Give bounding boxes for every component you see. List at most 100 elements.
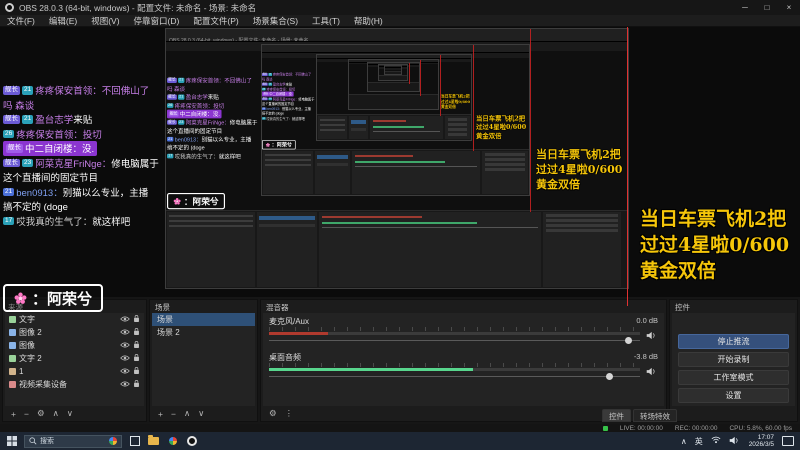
menu-item[interactable]: 编辑(E) [42,15,84,26]
controls-dock: 控件 停止推流开始录制工作室模式设置退出 [669,299,798,422]
scene-up-button[interactable]: ∧ [184,408,190,419]
network-icon[interactable] [707,436,725,446]
visibility-eye-icon[interactable] [120,354,130,364]
windows-logo-icon [7,436,17,446]
chat-overlay: 舰长 21 疼疼保安首领： 不回佛山了吗 森谈 舰长 21 盈台志学 来贴 26 疼疼保安首领：… [3,83,183,228]
menu-item[interactable]: 工具(T) [305,15,347,26]
source-row[interactable]: 图像 [5,339,144,352]
control-button[interactable]: 开始录制 [678,352,789,367]
menu-item[interactable]: 配置文件(P) [186,15,245,26]
taskbar-clock[interactable]: 17:07 2026/3/5 [743,434,780,449]
chat-text: 就这样吧 [218,153,241,161]
chat-text: 修电脑属于 [298,97,315,102]
obs-taskbar-icon [186,436,197,446]
chat-badge: 舰长 [3,115,20,124]
titlebar: OBS 28.0.3 (64-bit, windows) - 配置文件: 未命名… [0,0,800,15]
menu-item[interactable]: 场景集合(S) [246,15,305,26]
mixer-settings-button[interactable]: ⚙ [269,408,277,419]
start-button[interactable] [0,432,24,450]
obs-app-button[interactable] [182,432,201,450]
input-method-indicator[interactable]: 英 [691,436,707,447]
controls-buttons: 停止推流开始录制工作室模式设置退出 [672,313,795,406]
tab-controls[interactable]: 控件 [602,409,631,422]
search-icon [29,437,37,445]
volume-slider[interactable] [269,372,640,381]
volume-slider[interactable] [269,336,640,345]
move-up-button[interactable]: ∧ [53,408,59,419]
lock-icon[interactable] [133,314,140,325]
chat-badge: 17 [261,117,266,120]
visibility-eye-icon[interactable] [120,380,130,390]
source-row[interactable]: 视频采集设备 [5,378,144,391]
recursive-edge-marker [409,63,411,84]
source-label: 文字 [19,315,35,324]
control-button[interactable]: 工作室模式 [678,370,789,385]
ticket-line: 当日车票飞机2把 [640,208,787,230]
taskbar-search[interactable]: 搜索 [24,434,122,448]
scene-row[interactable]: 场景 2 [152,326,255,339]
add-scene-button[interactable]: + [158,409,163,419]
lock-icon[interactable] [133,327,140,338]
source-row[interactable]: 文字 2 [5,352,144,365]
mixer-channel: 桌面音频 -3.8 dB [269,352,658,381]
visibility-eye-icon[interactable] [120,328,130,338]
menubar: 文件(F) 编辑(E) 视图(V) 停靠窗口(D) 配置文件(P) 场景集合(S) 工具(T… [0,15,800,27]
sources-dock: 来源 文字 图像 2 图像 文字 2 1 视频采集设备 + − ⚙ ∧ ∨ [2,299,147,422]
chat-text: 吗 森谈 [3,100,35,112]
tab-transitions[interactable]: 转场特效 [633,409,677,422]
maximize-button[interactable]: □ [756,0,778,15]
db-ruler [269,327,640,331]
close-button[interactable]: × [778,0,800,15]
chat-username: 阿菜克星FriNge： [35,158,112,170]
source-row[interactable]: 文字 [5,313,144,326]
chat-text: 来贴 [73,115,93,127]
mixer-menu-button[interactable]: ⋮ [285,408,294,419]
scene-down-button[interactable]: ∨ [198,408,204,419]
chat-username: 盈台志学 [35,115,74,127]
visibility-eye-icon[interactable] [120,315,130,325]
mixer-channel: 麦克风/Aux 0.0 dB [269,316,658,345]
menu-item[interactable]: 帮助(H) [347,15,390,26]
control-button[interactable]: 停止推流 [678,334,789,349]
scene-row[interactable]: 场景 [152,313,255,326]
tray-expand-icon[interactable]: ∧ [677,437,691,446]
source-properties-button[interactable]: ⚙ [37,408,45,419]
chat-text: 这个直播间的固定节目 [3,173,99,185]
action-center-icon[interactable] [782,436,794,446]
source-row[interactable]: 图像 2 [5,326,144,339]
chat-username: 疼疼保安首领： [272,73,295,77]
visibility-eye-icon[interactable] [120,341,130,351]
chat-message: 吗 森谈 [262,77,272,82]
menu-item[interactable]: 视图(V) [84,15,126,26]
chat-text: 不回佛山了 [101,86,150,98]
lock-icon[interactable] [133,353,140,364]
file-explorer-button[interactable] [144,432,163,450]
chat-username: 中二自闭楼： [25,144,83,156]
mute-speaker-icon[interactable] [644,327,658,345]
slider-knob[interactable] [606,373,614,380]
lock-icon[interactable] [133,366,140,377]
menu-item[interactable]: 文件(F) [0,15,42,26]
chat-badge: 舰长 [3,86,20,95]
remove-scene-button[interactable]: − [171,409,176,419]
task-view-button[interactable] [125,432,144,450]
slider-knob[interactable] [624,337,632,344]
source-row[interactable]: 1 [5,365,144,378]
lock-icon[interactable] [133,340,140,351]
volume-icon[interactable] [725,436,743,447]
mute-speaker-icon[interactable] [644,363,658,381]
minimize-button[interactable]: ─ [734,0,756,15]
ticket-line: 当日车票飞机2把 [475,114,526,122]
game-app-button[interactable] [163,432,182,450]
streamer-name: ：阿荣兮 [32,290,93,308]
lock-icon[interactable] [133,379,140,390]
control-button[interactable]: 设置 [678,388,789,403]
move-down-button[interactable]: ∨ [67,408,73,419]
menu-item[interactable]: 停靠窗口(D) [127,15,187,26]
channel-name: 桌面音频 [269,353,301,362]
chat-message: 舰长 21 疼疼保安首领： 不回佛山了 [3,83,149,98]
chat-text: 投切 [212,103,225,110]
remove-source-button[interactable]: − [24,409,29,419]
visibility-eye-icon[interactable] [120,367,130,377]
add-source-button[interactable]: + [11,409,16,419]
